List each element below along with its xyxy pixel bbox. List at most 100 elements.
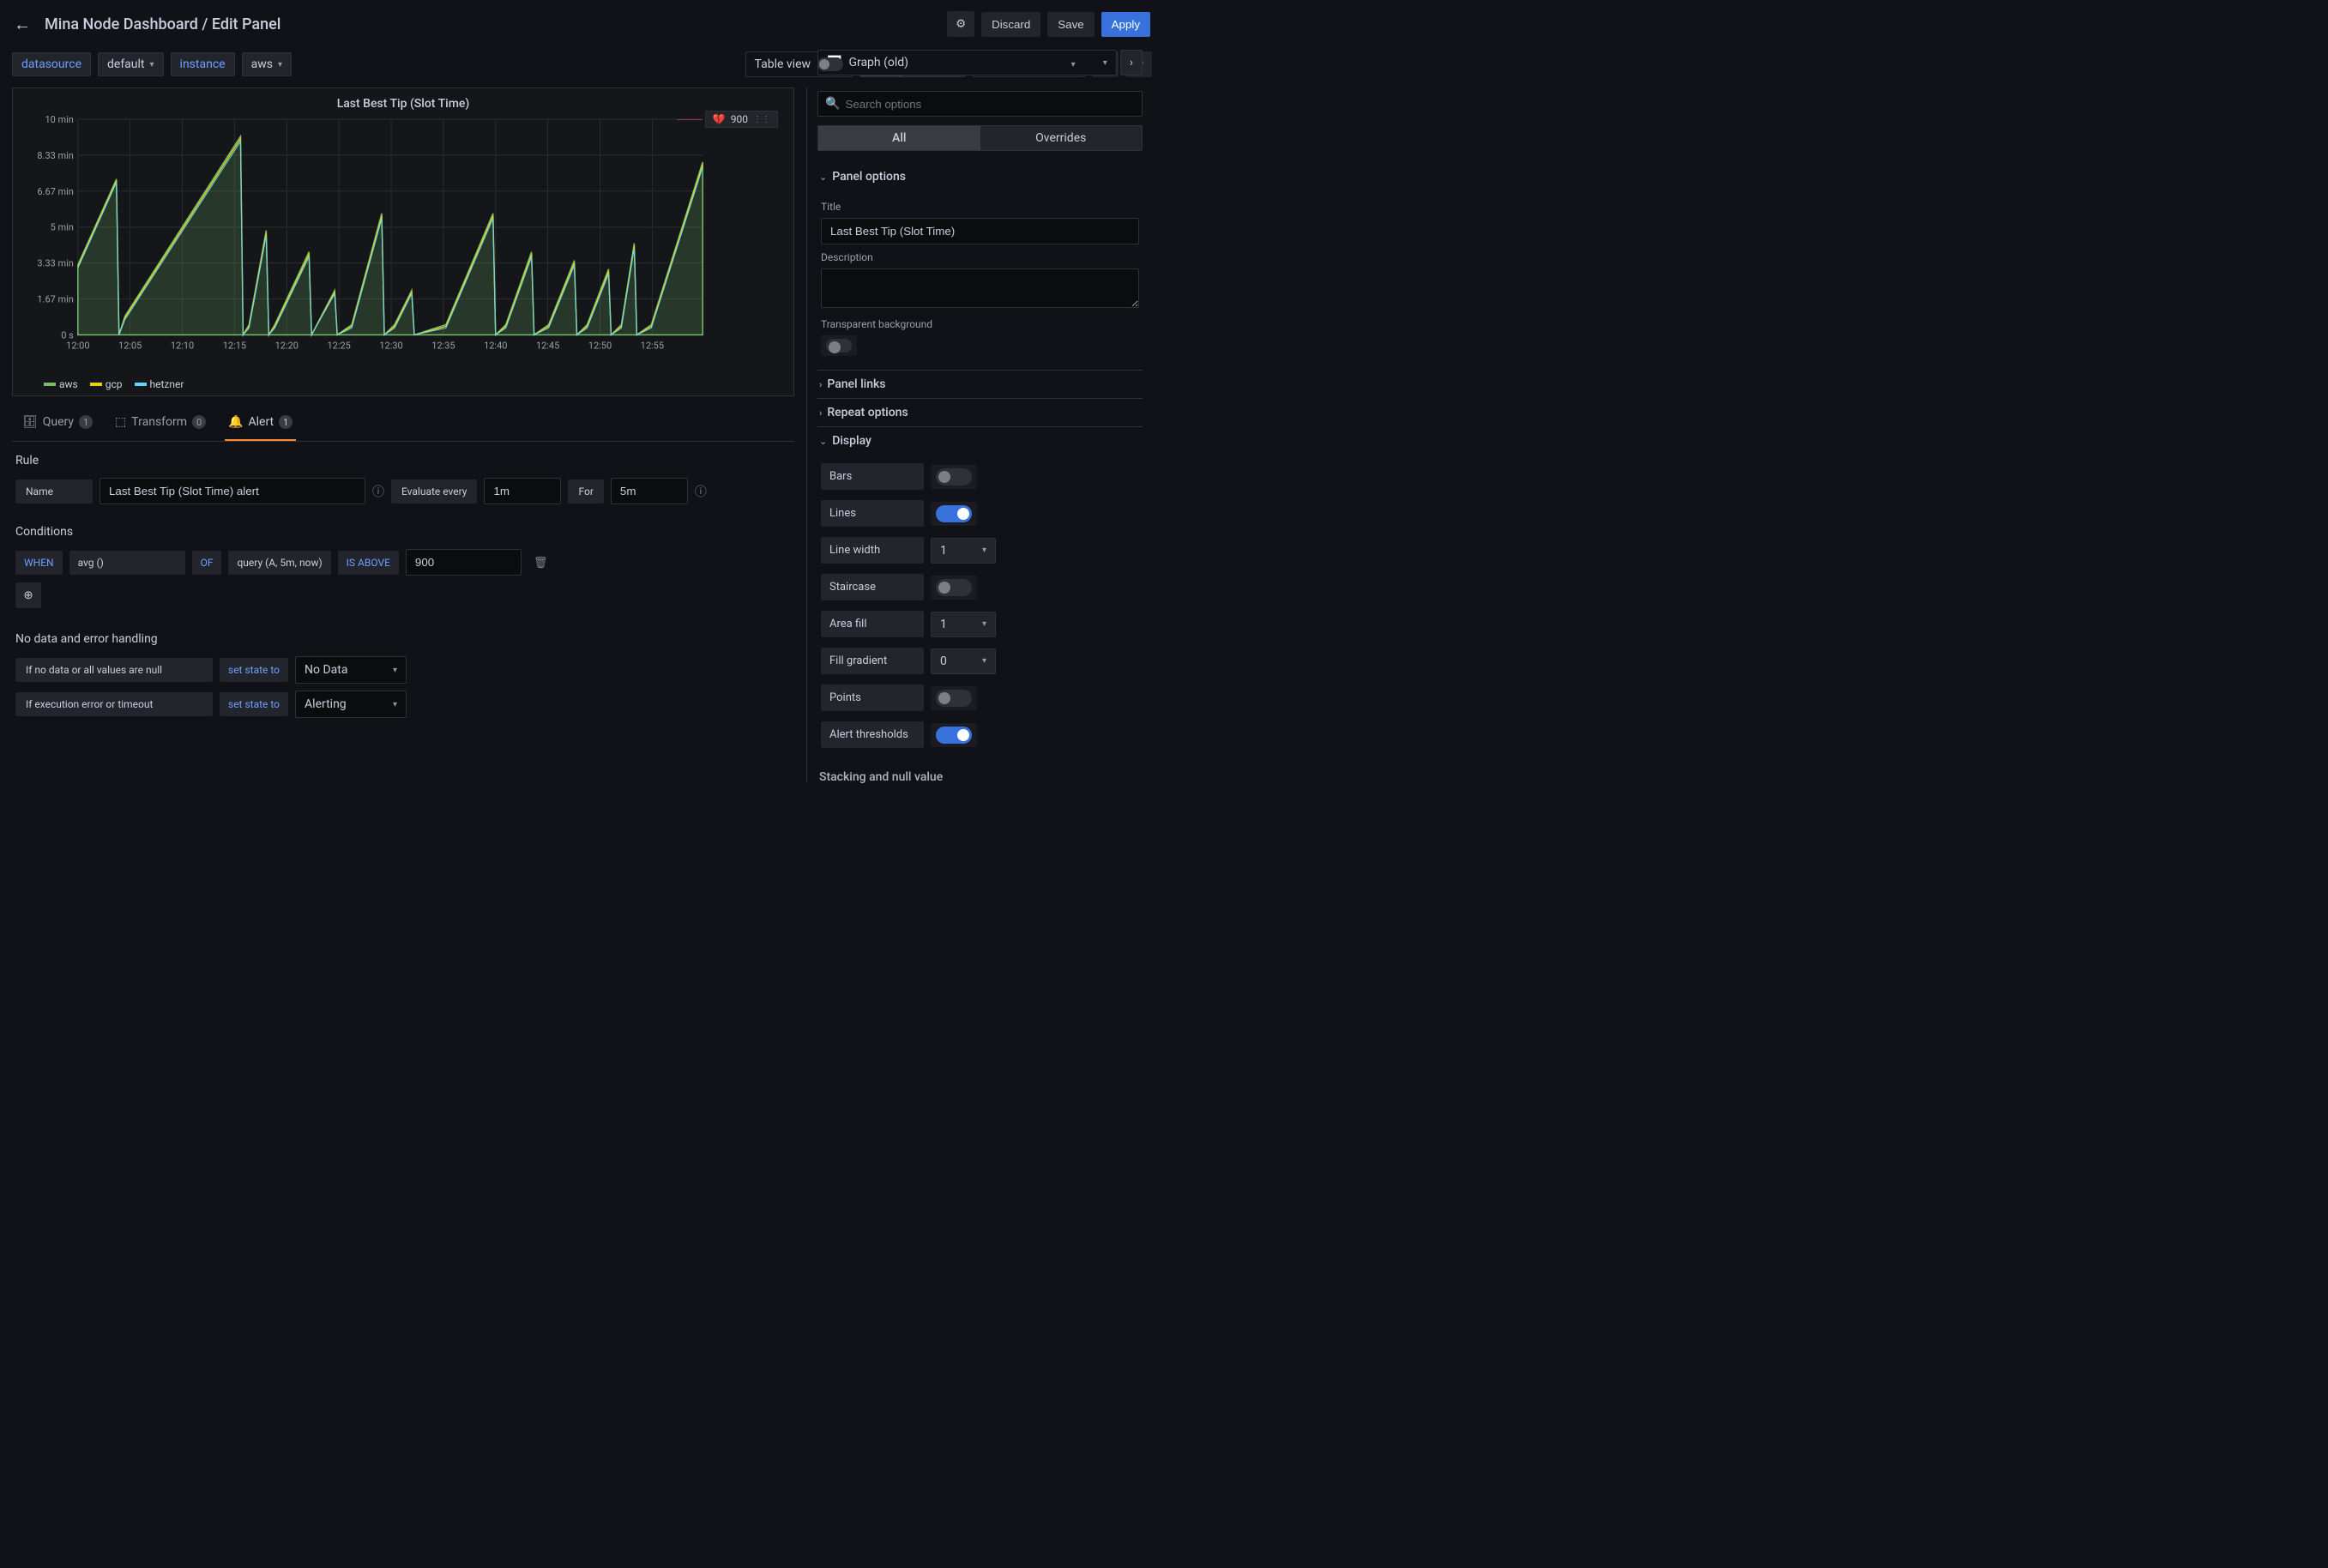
for-input[interactable] — [611, 478, 688, 504]
chart-svg: 10 min 8.33 min 6.67 min 5 min 3.33 min … — [18, 111, 788, 367]
svg-text:12:40: 12:40 — [484, 340, 507, 351]
toggle-icon — [817, 57, 843, 71]
error-state-select[interactable]: Alerting ▾ — [295, 691, 407, 718]
overrides-segment[interactable]: Overrides — [980, 126, 1143, 150]
rule-name-input[interactable] — [100, 478, 365, 504]
expand-options-button[interactable]: › — [1120, 50, 1143, 75]
instance-var-value[interactable]: aws ▾ — [242, 52, 292, 76]
plus-icon: ⊕ — [23, 588, 33, 601]
threshold-input[interactable] — [406, 549, 522, 576]
legend-item-aws[interactable]: aws — [44, 378, 78, 390]
bars-toggle[interactable] — [936, 468, 972, 485]
settings-button[interactable]: ⚙ — [947, 11, 974, 37]
line-width-select[interactable]: 1 ▾ — [931, 538, 996, 564]
viz-type-label: Graph (old) — [848, 56, 1095, 69]
legend-label: aws — [59, 378, 78, 390]
svg-text:5 min: 5 min — [51, 222, 74, 233]
section-label: Panel links — [827, 377, 885, 391]
save-button[interactable]: Save — [1047, 12, 1094, 37]
section-label: Repeat options — [827, 406, 908, 419]
points-toggle[interactable] — [936, 690, 972, 707]
stacking-header[interactable]: Stacking and null value — [817, 763, 1143, 791]
section-label: Display — [832, 434, 871, 448]
transparent-toggle[interactable] — [826, 339, 852, 353]
reducer-chip[interactable]: avg () — [69, 551, 185, 575]
evaluator-chip[interactable]: IS ABOVE — [338, 551, 399, 575]
chevron-down-icon: ▾ — [278, 60, 282, 69]
of-chip[interactable]: OF — [192, 551, 222, 575]
tab-transform[interactable]: ⬚ Transform 0 — [112, 408, 209, 441]
description-label: Description — [821, 251, 1139, 263]
svg-text:12:35: 12:35 — [431, 340, 455, 351]
search-icon: 🔍 — [825, 97, 840, 111]
all-segment[interactable]: All — [818, 126, 980, 150]
staircase-toggle[interactable] — [936, 579, 972, 596]
alert-thresholds-toggle[interactable] — [936, 727, 972, 744]
gear-icon: ⚙ — [956, 17, 966, 31]
nodata-state-select[interactable]: No Data ▾ — [295, 656, 407, 684]
apply-button[interactable]: Apply — [1101, 12, 1150, 37]
lines-label: Lines — [821, 500, 924, 527]
chevron-down-icon: ▾ — [1103, 58, 1107, 68]
legend-item-gcp[interactable]: gcp — [90, 378, 123, 390]
staircase-label: Staircase — [821, 574, 924, 600]
svg-text:3.33 min: 3.33 min — [37, 258, 73, 269]
svg-text:12:00: 12:00 — [66, 340, 89, 351]
evaluate-every-input[interactable] — [484, 478, 561, 504]
select-value: 0 — [940, 654, 947, 668]
select-value: 1 — [940, 544, 947, 558]
when-chip[interactable]: WHEN — [15, 551, 63, 575]
svg-text:8.33 min: 8.33 min — [37, 150, 73, 161]
chevron-down-icon: ▾ — [393, 700, 397, 709]
options-search[interactable]: 🔍 — [817, 91, 1143, 117]
tab-count: 0 — [192, 415, 206, 429]
tab-alert[interactable]: 🔔 Alert 1 — [225, 408, 296, 441]
info-icon[interactable]: ⓘ — [695, 483, 707, 500]
trash-icon: 🗑 — [534, 556, 548, 569]
discard-button[interactable]: Discard — [981, 12, 1040, 37]
conditions-heading: Conditions — [15, 525, 791, 539]
select-value: 1 — [940, 618, 947, 631]
tab-count: 1 — [279, 415, 293, 429]
svg-text:12:30: 12:30 — [379, 340, 402, 351]
svg-text:10 min: 10 min — [45, 114, 73, 125]
repeat-options-header[interactable]: › Repeat options — [817, 399, 1143, 427]
set-state-chip: set state to — [220, 692, 288, 716]
instance-var-label[interactable]: instance — [171, 52, 235, 76]
datasource-var-value[interactable]: default ▾ — [98, 52, 164, 76]
query-chip[interactable]: query (A, 5m, now) — [228, 551, 330, 575]
instance-value-text: aws — [251, 57, 273, 71]
legend-item-hetzner[interactable]: hetzner — [135, 378, 184, 390]
title-label: Title — [821, 201, 1139, 213]
info-icon[interactable]: ⓘ — [372, 483, 384, 500]
options-search-input[interactable] — [845, 98, 1135, 111]
svg-text:12:50: 12:50 — [588, 340, 612, 351]
legend-label: hetzner — [150, 378, 184, 390]
for-label: For — [568, 479, 603, 504]
transform-icon: ⬚ — [115, 415, 126, 429]
area-fill-select[interactable]: 1 ▾ — [931, 612, 996, 637]
svg-text:6.67 min: 6.67 min — [37, 186, 73, 197]
add-condition-button[interactable]: ⊕ — [15, 582, 41, 608]
delete-condition-button[interactable]: 🗑 — [528, 551, 553, 575]
datasource-var-label[interactable]: datasource — [12, 52, 91, 76]
lines-toggle[interactable] — [936, 505, 972, 522]
legend-label: gcp — [106, 378, 123, 390]
tab-label: Alert — [248, 415, 274, 429]
chevron-down-icon: ▾ — [982, 656, 986, 666]
panel-description-input[interactable] — [821, 268, 1139, 308]
chevron-down-icon: ▾ — [982, 619, 986, 629]
legend-swatch-icon — [44, 383, 56, 386]
svg-text:12:15: 12:15 — [223, 340, 246, 351]
chevron-right-icon: › — [819, 407, 822, 419]
table-view-label: Table view — [755, 57, 811, 71]
name-label: Name — [15, 479, 93, 504]
panel-options-header[interactable]: ⌄ Panel options — [817, 163, 1143, 190]
display-header[interactable]: ⌄ Display — [817, 427, 1143, 455]
tab-query[interactable]: 🗄 Query 1 — [19, 408, 96, 441]
back-arrow-icon[interactable]: ← — [14, 14, 31, 35]
chevron-down-icon: ⌄ — [819, 172, 827, 183]
fill-gradient-select[interactable]: 0 ▾ — [931, 648, 996, 674]
panel-links-header[interactable]: › Panel links — [817, 371, 1143, 399]
panel-title-input[interactable] — [821, 218, 1139, 244]
